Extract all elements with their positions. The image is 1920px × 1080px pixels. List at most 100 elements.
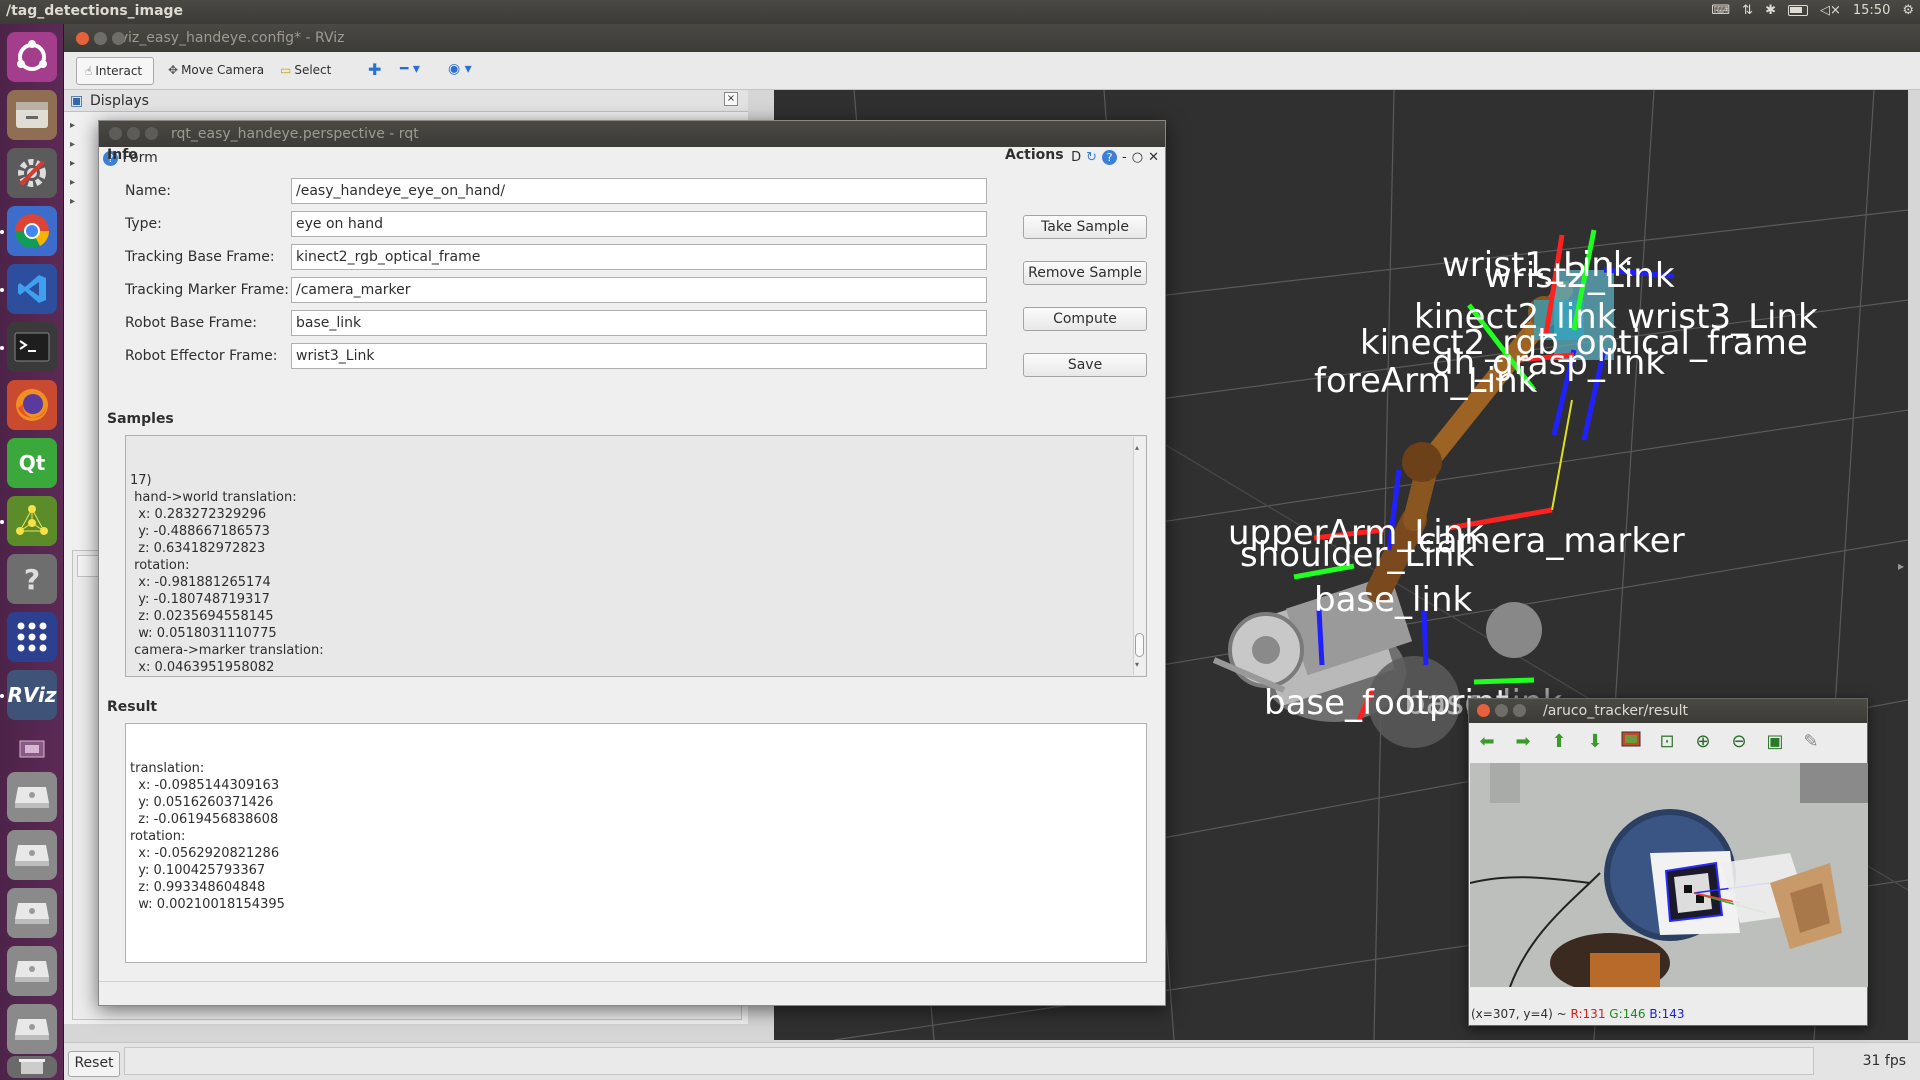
close-icon[interactable] [109, 127, 122, 140]
name-field[interactable] [291, 178, 987, 204]
add-tool-icon[interactable]: ✚ [360, 57, 389, 85]
running-pip [0, 230, 4, 234]
reload-icon[interactable]: ↻ [1086, 150, 1097, 165]
tracking-base-frame-label: Tracking Base Frame: [125, 249, 275, 265]
take-sample-button[interactable]: Take Sample [1023, 215, 1147, 239]
hand-pointer-icon: ☝ [85, 64, 93, 78]
maximize-icon[interactable] [112, 32, 125, 45]
tracking-base-frame-field[interactable] [291, 244, 987, 270]
scroll-down-icon[interactable]: ▾ [1135, 656, 1139, 673]
samples-scroll-thumb[interactable] [1135, 633, 1144, 657]
app-grid-icon[interactable] [7, 612, 57, 662]
robot-base-frame-field[interactable] [291, 310, 987, 336]
keyboard-icon[interactable]: ⌨ [1711, 3, 1730, 18]
up-arrow-icon[interactable]: ⬆ [1547, 731, 1571, 753]
drive-icon[interactable] [7, 1004, 57, 1054]
close-icon[interactable] [76, 32, 89, 45]
bottom-divider [99, 981, 1165, 982]
result-text: translation: x: -0.0985144309163 y: 0.05… [130, 761, 285, 912]
float-plugin-icon[interactable]: ○ [1132, 150, 1143, 165]
top-panel: /tag_detections_image ⌨ ⇅ ✱ ◁× 15:50 ⚙ [0, 0, 1920, 24]
running-pip [0, 288, 4, 292]
samples-textarea[interactable]: 17) hand->world translation: x: 0.283272… [125, 435, 1147, 677]
interact-tool-button[interactable]: ☝ Interact [76, 57, 154, 85]
rviz-titlebar: rviz_easy_handeye.config* - RViz [64, 24, 1920, 52]
maximize-icon[interactable] [145, 127, 158, 140]
drive-icon[interactable] [7, 772, 57, 822]
rviz-icon[interactable]: RViz [7, 670, 57, 720]
robot-effector-frame-field[interactable] [291, 343, 987, 369]
remove-sample-button[interactable]: Remove Sample [1023, 261, 1147, 285]
displays-header: ▣ Displays × [64, 90, 748, 112]
collapse-arrow-icon[interactable]: ▸ [1898, 559, 1904, 573]
zoom-in-icon[interactable]: ⊕ [1691, 731, 1715, 753]
rviz-title: rviz_easy_handeye.config* - RViz [114, 30, 345, 46]
trash-icon[interactable] [7, 1056, 57, 1078]
compute-button[interactable]: Compute [1023, 307, 1147, 331]
minimize-icon[interactable] [127, 127, 140, 140]
save-image-icon[interactable]: ▣ [1763, 731, 1787, 753]
bluetooth-icon[interactable]: ✱ [1765, 3, 1776, 18]
scroll-up-icon[interactable]: ▴ [1135, 439, 1139, 456]
clock[interactable]: 15:50 [1853, 3, 1890, 18]
vscode-icon[interactable] [7, 264, 57, 314]
window-controls [76, 32, 125, 45]
files-icon[interactable] [7, 90, 57, 140]
remove-tool-icon[interactable]: ━ ▾ [392, 57, 428, 85]
plugin-controls: D ↻ ? - ○ ✕ [1071, 150, 1159, 165]
help-icon[interactable]: ? [7, 554, 57, 604]
pixel-blue: B:143 [1649, 1007, 1685, 1021]
move-camera-tool-button[interactable]: ✥ Move Camera [160, 57, 272, 85]
system-settings-icon[interactable] [7, 148, 57, 198]
zoom-out-icon[interactable]: ⊖ [1727, 731, 1751, 753]
drive-icon[interactable] [7, 888, 57, 938]
displays-tree[interactable]: ▸ ▸ ▸ ▸ ▸ [70, 116, 75, 211]
volume-icon[interactable]: ◁× [1820, 3, 1841, 18]
firefox-icon[interactable] [7, 380, 57, 430]
rviz-statusbar: Reset 31 fps [64, 1042, 1920, 1080]
view-options-icon[interactable]: ◉ ▾ [440, 57, 480, 85]
minimize-icon[interactable] [94, 32, 107, 45]
terminal-icon[interactable] [7, 322, 57, 372]
type-field[interactable] [291, 211, 987, 237]
close-panel-icon[interactable]: × [724, 92, 738, 106]
aruco-titlebar: /aruco_tracker/result [1469, 699, 1867, 723]
camera-image[interactable] [1470, 763, 1868, 987]
battery-icon[interactable] [1787, 5, 1808, 16]
frame-label-base: base_link [1314, 580, 1472, 620]
window-switcher-icon[interactable] [7, 734, 57, 764]
pixel-green: G:146 [1609, 1007, 1646, 1021]
plugin-help-icon[interactable]: ? [1102, 150, 1118, 165]
forward-arrow-icon[interactable]: ➡ [1511, 731, 1535, 753]
aruco-title: /aruco_tracker/result [1543, 703, 1689, 719]
save-button[interactable]: Save [1023, 353, 1147, 377]
drive-icon[interactable] [7, 946, 57, 996]
network-graph-icon[interactable] [7, 496, 57, 546]
back-arrow-icon[interactable]: ⬅ [1475, 731, 1499, 753]
zoom-fit-icon[interactable]: ⊡ [1655, 731, 1679, 753]
result-textarea[interactable]: translation: x: -0.0985144309163 y: 0.05… [125, 723, 1147, 963]
dock-icon[interactable]: D [1071, 150, 1081, 165]
minimize-plugin-icon[interactable]: - [1122, 150, 1127, 165]
settings-gear-icon[interactable]: ⚙ [1902, 3, 1914, 18]
image-icon[interactable] [1619, 731, 1643, 753]
ubuntu-dash-icon[interactable] [7, 32, 57, 82]
running-pip [0, 520, 4, 524]
maximize-icon[interactable] [1513, 704, 1526, 717]
settings-wand-icon[interactable]: ✎ [1799, 731, 1823, 753]
reset-button[interactable]: Reset [68, 1051, 120, 1077]
samples-scrollbar[interactable]: ▴ ▾ [1133, 437, 1145, 675]
qt-creator-icon[interactable]: Qt [7, 438, 57, 488]
select-tool-button[interactable]: ▭ Select [272, 57, 339, 85]
close-plugin-icon[interactable]: ✕ [1148, 150, 1159, 165]
close-icon[interactable] [1477, 704, 1490, 717]
network-icon[interactable]: ⇅ [1742, 3, 1753, 18]
tracking-marker-frame-field[interactable] [291, 277, 987, 303]
drive-icon[interactable] [7, 830, 57, 880]
pixel-status: (x=307, y=4) ~ R:131 G:146 B:143 [1471, 1007, 1685, 1025]
active-window-title: /tag_detections_image [6, 3, 184, 19]
chrome-icon[interactable] [7, 206, 57, 256]
down-arrow-icon[interactable]: ⬇ [1583, 731, 1607, 753]
minimize-icon[interactable] [1495, 704, 1508, 717]
move-camera-icon: ✥ [168, 63, 179, 77]
